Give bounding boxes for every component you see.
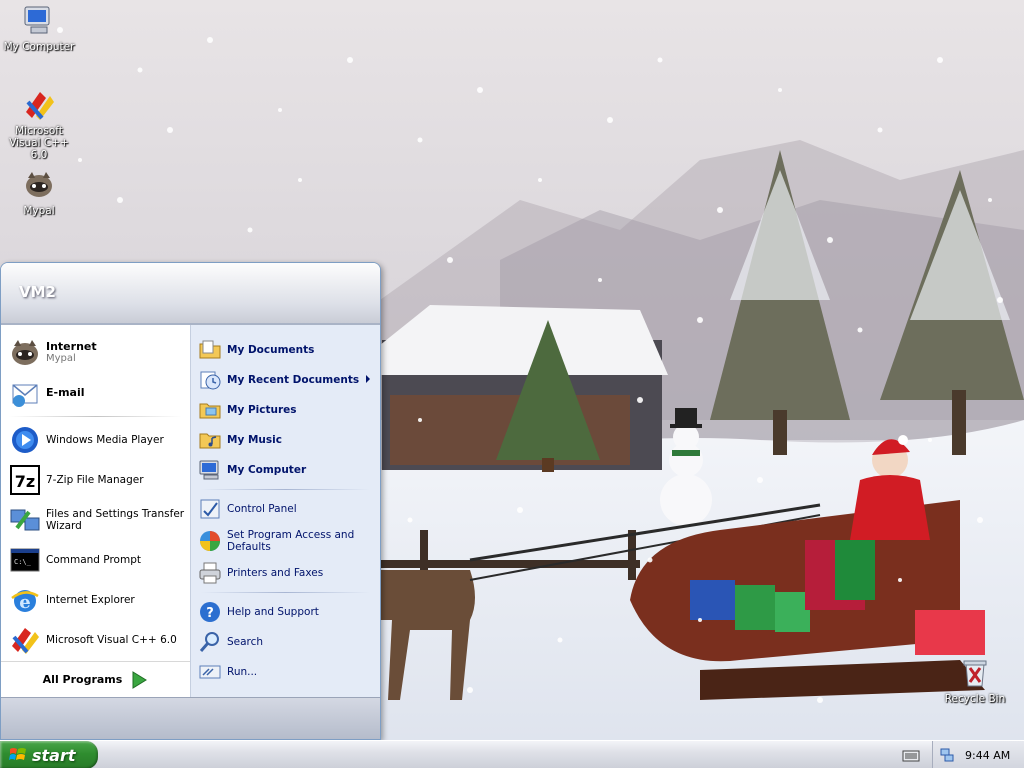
help-label: Search bbox=[227, 636, 264, 648]
pinned-item-title: E-mail bbox=[46, 386, 85, 399]
7zip-icon: 7z bbox=[10, 465, 40, 495]
svg-text:C:\_: C:\_ bbox=[14, 558, 32, 566]
start-menu-programs: Internet Mypal E-mail Windows Media Play… bbox=[1, 325, 191, 697]
mypal-icon bbox=[12, 340, 38, 365]
pinned-item-internet[interactable]: Internet Mypal bbox=[1, 333, 190, 373]
transfer-wizard-icon bbox=[10, 509, 40, 531]
system-tray: 9:44 AM bbox=[932, 741, 1024, 768]
place-label: My Recent Documents bbox=[227, 374, 360, 386]
windows-logo-icon bbox=[9, 748, 26, 760]
start-menu-places: My Documents My Recent Documents My Pict… bbox=[191, 325, 380, 697]
setting-label: Printers and Faxes bbox=[227, 567, 324, 579]
program-label: Windows Media Player bbox=[46, 434, 164, 446]
help-label: Help and Support bbox=[227, 606, 319, 618]
program-label: Internet Explorer bbox=[46, 594, 135, 606]
place-my-music[interactable]: My Music bbox=[191, 425, 380, 455]
svg-text:?: ? bbox=[206, 606, 214, 621]
program-7zip[interactable]: 7z 7-Zip File Manager bbox=[1, 460, 190, 500]
start-menu: VM2 Internet Mypal E-mail Windows Media … bbox=[0, 262, 381, 740]
program-label: Files and Settings Transfer Wizard bbox=[46, 508, 185, 532]
place-my-pictures[interactable]: My Pictures bbox=[191, 395, 380, 425]
program-transfer-wizard[interactable]: Files and Settings Transfer Wizard bbox=[1, 500, 190, 540]
search-item[interactable]: Search bbox=[191, 627, 380, 657]
start-menu-header: VM2 bbox=[1, 263, 380, 325]
submenu-arrow-icon bbox=[366, 375, 370, 383]
program-access-icon bbox=[200, 531, 220, 551]
program-command-prompt[interactable]: C:\_ Command Prompt bbox=[1, 540, 190, 580]
recent-documents-icon bbox=[200, 371, 221, 390]
my-computer-icon bbox=[199, 460, 219, 480]
program-internet-explorer[interactable]: e Internet Explorer bbox=[1, 580, 190, 620]
separator bbox=[201, 592, 370, 593]
setting-control-panel[interactable]: Control Panel bbox=[191, 494, 380, 524]
start-menu-footer bbox=[1, 697, 380, 739]
keyboard-icon[interactable] bbox=[902, 746, 920, 764]
place-label: My Documents bbox=[227, 344, 315, 356]
visual-cpp-icon bbox=[12, 628, 39, 654]
my-pictures-icon bbox=[199, 403, 221, 419]
setting-label: Control Panel bbox=[227, 503, 297, 515]
taskbar: start 9:44 AM bbox=[0, 740, 1024, 768]
recycle-bin-icon bbox=[963, 660, 987, 687]
program-visual-cpp[interactable]: Microsoft Visual C++ 6.0 bbox=[1, 620, 190, 660]
pinned-item-subtitle: Mypal bbox=[46, 353, 76, 364]
desktop-icon-mypal[interactable]: Mypal bbox=[0, 168, 78, 217]
place-my-documents[interactable]: My Documents bbox=[191, 335, 380, 365]
user-name: VM2 bbox=[19, 283, 56, 301]
my-computer-icon bbox=[24, 6, 50, 34]
pinned-item-title: Internet bbox=[46, 340, 97, 353]
desktop-icon-visual-cpp[interactable]: Microsoft Visual C++ 6.0 bbox=[0, 88, 78, 161]
my-music-icon bbox=[199, 433, 221, 449]
program-label: Microsoft Visual C++ 6.0 bbox=[46, 634, 177, 646]
place-my-computer[interactable]: My Computer bbox=[191, 455, 380, 485]
help-label: Run... bbox=[227, 666, 258, 678]
place-label: My Pictures bbox=[227, 404, 297, 416]
desktop-icon-recycle-bin[interactable]: Recycle Bin bbox=[936, 656, 1014, 705]
setting-program-access[interactable]: Set Program Access and Defaults bbox=[191, 524, 380, 558]
network-icon[interactable] bbox=[939, 747, 955, 763]
pinned-item-email[interactable]: E-mail bbox=[1, 373, 190, 413]
place-label: My Computer bbox=[227, 464, 307, 476]
run-item[interactable]: Run... bbox=[191, 657, 380, 687]
mypal-icon bbox=[26, 172, 52, 197]
separator bbox=[201, 489, 370, 490]
internet-explorer-icon: e bbox=[11, 590, 39, 613]
my-documents-icon bbox=[199, 340, 221, 359]
all-programs-button[interactable]: All Programs bbox=[1, 661, 190, 697]
email-icon bbox=[12, 384, 38, 407]
setting-printers-faxes[interactable]: Printers and Faxes bbox=[191, 558, 380, 588]
control-panel-icon bbox=[200, 499, 220, 519]
program-label: 7-Zip File Manager bbox=[46, 474, 144, 486]
printer-icon bbox=[199, 562, 221, 584]
clock[interactable]: 9:44 AM bbox=[965, 749, 1010, 762]
help-and-support[interactable]: ? Help and Support bbox=[191, 597, 380, 627]
run-icon bbox=[199, 665, 221, 679]
command-prompt-icon: C:\_ bbox=[10, 548, 40, 572]
help-icon: ? bbox=[200, 602, 220, 622]
media-player-icon bbox=[12, 427, 38, 453]
visual-cpp-icon bbox=[26, 92, 54, 120]
desktop-icon-my-computer[interactable]: My Computer bbox=[0, 4, 78, 53]
place-my-recent-documents[interactable]: My Recent Documents bbox=[191, 365, 380, 395]
start-button[interactable]: start bbox=[0, 741, 98, 768]
green-arrow-icon bbox=[132, 670, 148, 689]
svg-text:e: e bbox=[19, 592, 30, 613]
all-programs-label: All Programs bbox=[42, 673, 123, 686]
place-label: My Music bbox=[227, 434, 282, 446]
start-label: start bbox=[32, 745, 76, 765]
svg-text:7z: 7z bbox=[15, 472, 35, 491]
program-windows-media-player[interactable]: Windows Media Player bbox=[1, 420, 190, 460]
search-icon bbox=[199, 632, 219, 652]
setting-label: Set Program Access and Defaults bbox=[227, 529, 355, 553]
separator bbox=[9, 416, 182, 417]
program-label: Command Prompt bbox=[46, 554, 141, 566]
